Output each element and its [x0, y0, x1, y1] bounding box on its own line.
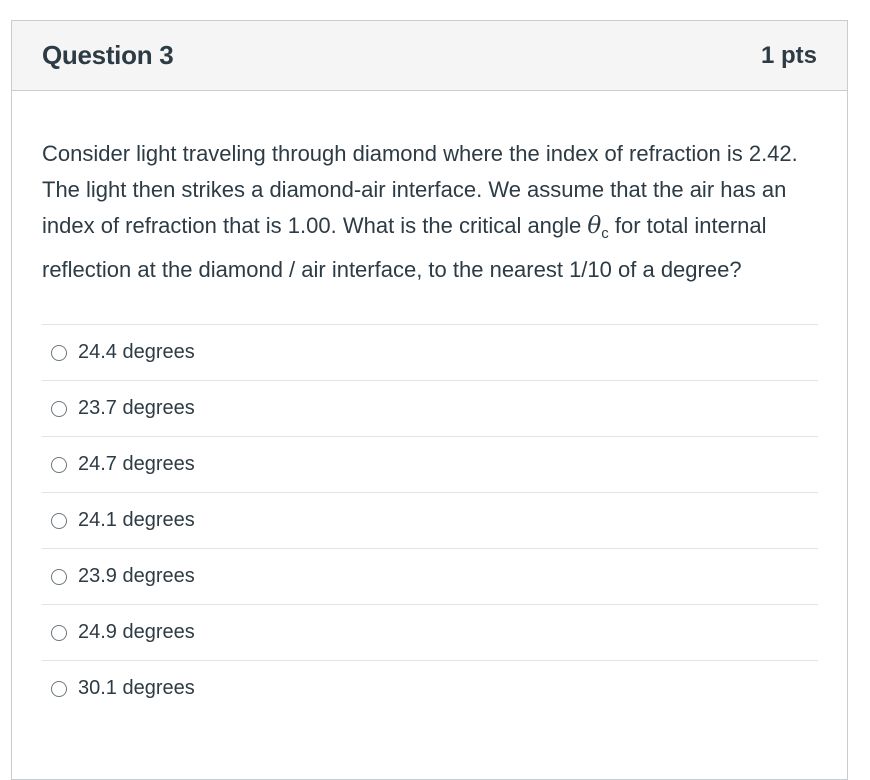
- question-title: Question 3: [42, 40, 174, 70]
- answer-list: 24.4 degrees 23.7 degrees 24.7 degrees 2…: [42, 324, 818, 716]
- answer-label: 30.1 degrees: [78, 677, 195, 699]
- radio-button[interactable]: [51, 456, 67, 473]
- theta-symbol: θ: [587, 213, 602, 239]
- answer-option[interactable]: 24.1 degrees: [42, 492, 818, 548]
- answer-option[interactable]: 30.1 degrees: [42, 660, 818, 716]
- answer-option[interactable]: 23.7 degrees: [42, 380, 818, 436]
- question-text: Consider light traveling through diamond…: [42, 136, 817, 288]
- answer-option[interactable]: 24.7 degrees: [42, 436, 818, 492]
- answer-label: 23.7 degrees: [78, 397, 195, 419]
- radio-button[interactable]: [51, 624, 67, 641]
- question-card: Question 3 1 pts Consider light travelin…: [11, 20, 848, 780]
- question-points: 1 pts: [760, 41, 817, 69]
- answer-label: 24.9 degrees: [78, 621, 195, 643]
- answer-option[interactable]: 24.9 degrees: [42, 604, 818, 660]
- radio-button[interactable]: [51, 512, 67, 529]
- radio-button[interactable]: [51, 400, 67, 417]
- answer-label: 24.7 degrees: [78, 453, 195, 475]
- radio-button[interactable]: [51, 344, 67, 361]
- question-header: Question 3 1 pts: [12, 21, 847, 91]
- answer-label: 24.4 degrees: [78, 341, 195, 363]
- radio-button[interactable]: [51, 680, 67, 697]
- radio-button[interactable]: [51, 568, 67, 585]
- question-body: Consider light traveling through diamond…: [12, 91, 847, 716]
- answer-option[interactable]: 24.4 degrees: [42, 324, 818, 380]
- answer-label: 23.9 degrees: [78, 565, 195, 587]
- theta-subscript: c: [601, 225, 609, 242]
- answer-label: 24.1 degrees: [78, 509, 195, 531]
- answer-option[interactable]: 23.9 degrees: [42, 548, 818, 604]
